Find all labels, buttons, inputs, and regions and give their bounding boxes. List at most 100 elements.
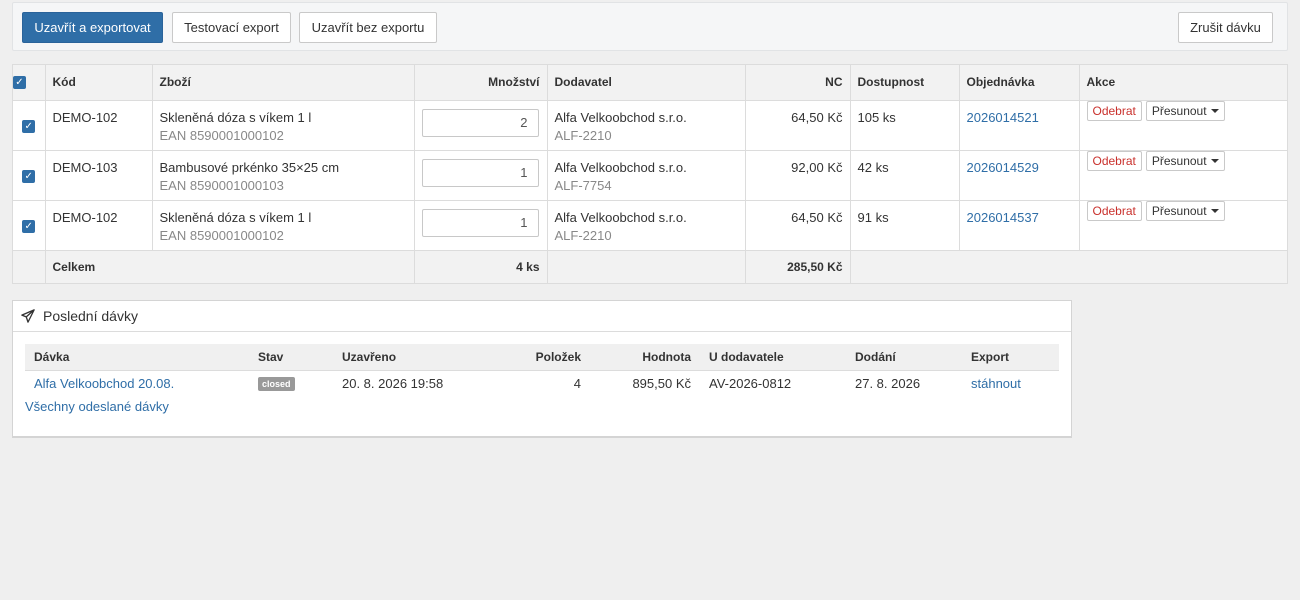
supplier-name: Alfa Velkoobchod s.r.o. — [554, 159, 687, 175]
download-export-link[interactable]: stáhnout — [971, 376, 1021, 391]
item-quantity-cell — [413, 199, 548, 251]
item-code: DEMO-103 — [44, 149, 153, 201]
paper-plane-icon — [21, 309, 35, 323]
panel-header: Poslední dávky — [13, 301, 1071, 332]
item-order-cell: 2026014529 — [958, 149, 1080, 201]
item-availability: 105 ks — [849, 99, 960, 151]
item-name: Skleněná dóza s víkem 1 l — [159, 209, 312, 225]
item-ean: EAN 8590001000102 — [159, 127, 284, 143]
batch-items-table: ✓ Kód Zboží Množství Dodavatel NC Dostup… — [12, 64, 1288, 284]
quantity-input[interactable] — [421, 208, 539, 237]
move-dropdown-button[interactable]: Přesunout — [1145, 200, 1225, 221]
item-actions-cell: Odebrat Přesunout — [1078, 199, 1287, 251]
batch-closed-at: 20. 8. 2026 19:58 — [342, 375, 444, 391]
column-header-code[interactable]: Kód — [44, 65, 153, 101]
column-header-goods[interactable]: Zboží — [151, 65, 415, 101]
item-name: Bambusové prkénko 35×25 cm — [159, 159, 340, 175]
item-actions-cell: Odebrat Přesunout — [1078, 149, 1287, 201]
all-sent-batches-link[interactable]: Všechny odeslané dávky — [25, 399, 169, 414]
column-header-nc[interactable]: NC — [744, 65, 851, 101]
column-header-action: Akce — [1078, 65, 1287, 101]
row-select-cell: ✓ — [13, 149, 46, 201]
item-ean: EAN 8590001000103 — [159, 177, 284, 193]
item-order-cell: 2026014537 — [958, 199, 1080, 251]
recent-batches-panel: Poslední dávky Dávka Stav Uzavřeno Polož… — [12, 300, 1072, 438]
remove-button[interactable]: Odebrat — [1086, 200, 1142, 221]
item-code: DEMO-102 — [44, 99, 153, 151]
total-quantity: 4 ks — [413, 249, 548, 283]
column-header-batch: Dávka — [25, 344, 249, 371]
item-goods-cell: Skleněná dóza s víkem 1 l EAN 85900010001… — [151, 99, 415, 151]
total-nc: 285,50 Kč — [744, 249, 851, 283]
move-label: Přesunout — [1151, 103, 1207, 118]
item-actions-cell: Odebrat Přesunout — [1078, 99, 1287, 151]
caret-down-icon — [1210, 209, 1219, 214]
column-header-closed-at: Uzavřeno — [333, 344, 457, 371]
column-header-at-supplier: U dodavatele — [700, 344, 846, 371]
row-checkbox[interactable]: ✓ — [22, 219, 36, 233]
batches-header-row: Dávka Stav Uzavřeno Položek Hodnota U do… — [25, 344, 1059, 371]
column-header-quantity[interactable]: Množství — [413, 65, 548, 101]
column-header-export: Export — [962, 344, 1059, 371]
column-header-items: Položek — [457, 344, 590, 371]
item-availability: 91 ks — [849, 199, 960, 251]
batch-toolbar: Uzavřít a exportovat Testovací export Uz… — [12, 2, 1288, 51]
order-link[interactable]: 2026014521 — [967, 110, 1039, 125]
caret-down-icon — [1210, 159, 1219, 164]
item-quantity-cell — [413, 149, 548, 201]
move-dropdown-button[interactable]: Přesunout — [1145, 150, 1225, 171]
row-checkbox[interactable]: ✓ — [22, 169, 36, 183]
item-nc: 64,50 Kč — [744, 99, 851, 151]
move-dropdown-button[interactable]: Přesunout — [1145, 100, 1225, 121]
table-row: ✓ DEMO-103 Bambusové prkénko 35×25 cm EAN 8… — [13, 149, 1287, 201]
item-nc: 92,00 Kč — [744, 149, 851, 201]
order-link[interactable]: 2026014529 — [967, 160, 1039, 175]
item-goods-cell: Bambusové prkénko 35×25 cm EAN 8590001000… — [151, 149, 415, 201]
test-export-button[interactable]: Testovací export — [172, 12, 291, 43]
order-link[interactable]: 2026014537 — [967, 210, 1039, 225]
row-select-cell: ✓ — [13, 199, 46, 251]
batch-delivery: 27. 8. 2026 — [855, 375, 921, 391]
quantity-input[interactable] — [421, 108, 539, 137]
recent-batches-table: Dávka Stav Uzavřeno Položek Hodnota U do… — [25, 344, 1059, 396]
item-name: Skleněná dóza s víkem 1 l — [159, 109, 312, 125]
item-code: DEMO-102 — [44, 199, 153, 251]
column-header-supplier[interactable]: Dodavatel — [546, 65, 746, 101]
column-header-order[interactable]: Objednávka — [958, 65, 1080, 101]
panel-title: Poslední dávky — [43, 308, 138, 324]
remove-button[interactable]: Odebrat — [1086, 150, 1142, 171]
column-header-state: Stav — [249, 344, 333, 371]
column-header-availability[interactable]: Dostupnost — [849, 65, 960, 101]
quantity-input[interactable] — [421, 158, 539, 187]
column-header-delivery: Dodání — [846, 344, 962, 371]
move-label: Přesunout — [1151, 153, 1207, 168]
total-label: Celkem — [44, 249, 415, 283]
item-supplier-cell: Alfa Velkoobchod s.r.o. ALF-2210 — [546, 199, 746, 251]
close-and-export-button[interactable]: Uzavřít a exportovat — [22, 12, 163, 43]
item-nc: 64,50 Kč — [744, 199, 851, 251]
cancel-batch-button[interactable]: Zrušit dávku — [1178, 12, 1273, 43]
item-supplier-cell: Alfa Velkoobchod s.r.o. ALF-7754 — [546, 149, 746, 201]
supplier-code: ALF-2210 — [554, 127, 612, 143]
item-order-cell: 2026014521 — [958, 99, 1080, 151]
table-row: ✓ DEMO-102 Skleněná dóza s víkem 1 l EAN 85… — [13, 99, 1287, 151]
remove-button[interactable]: Odebrat — [1086, 100, 1142, 121]
close-without-export-button[interactable]: Uzavřít bez exportu — [299, 12, 437, 43]
row-checkbox[interactable]: ✓ — [22, 119, 36, 133]
batch-link[interactable]: Alfa Velkoobchod 20.08. — [34, 376, 174, 391]
caret-down-icon — [1210, 109, 1219, 114]
item-supplier-cell: Alfa Velkoobchod s.r.o. ALF-2210 — [546, 99, 746, 151]
item-ean: EAN 8590001000102 — [159, 227, 284, 243]
select-all-checkbox[interactable]: ✓ — [13, 76, 26, 90]
table-header-row: ✓ Kód Zboží Množství Dodavatel NC Dostup… — [13, 65, 1287, 101]
batch-at-supplier: AV-2026-0812 — [709, 375, 792, 391]
select-all-cell: ✓ — [13, 65, 46, 101]
supplier-name: Alfa Velkoobchod s.r.o. — [554, 109, 687, 125]
status-badge: closed — [258, 377, 295, 392]
item-availability: 42 ks — [849, 149, 960, 201]
item-goods-cell: Skleněná dóza s víkem 1 l EAN 85900010001… — [151, 199, 415, 251]
row-select-cell: ✓ — [13, 99, 46, 151]
supplier-name: Alfa Velkoobchod s.r.o. — [554, 209, 687, 225]
batch-items: 4 — [573, 375, 581, 391]
total-row: Celkem 4 ks 285,50 Kč — [13, 249, 1287, 283]
